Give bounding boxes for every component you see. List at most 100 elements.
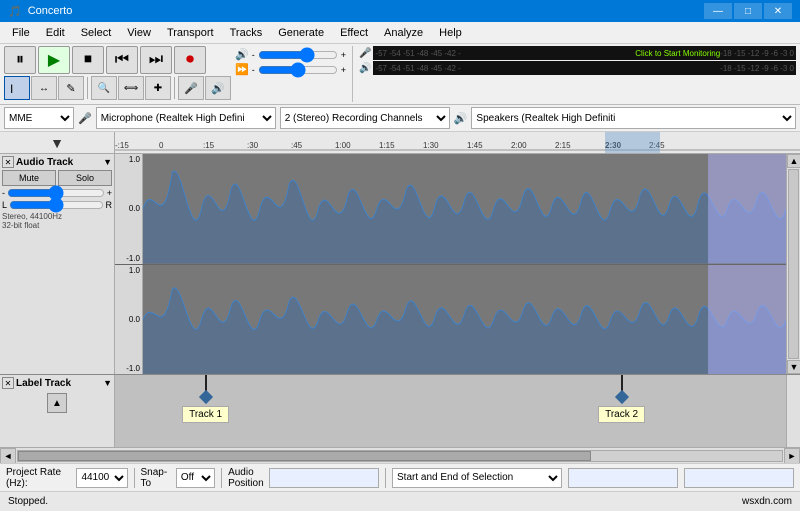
svg-text:2:00: 2:00 <box>511 141 527 150</box>
skip-forward-button[interactable]: ⏭ <box>140 46 172 74</box>
track2-label-marker: Track 2 <box>598 375 645 423</box>
microphone-select[interactable]: Microphone (Realtek High Defini <box>96 107 276 129</box>
scroll-right-btn[interactable]: ► <box>784 448 800 464</box>
envelope-tool-button[interactable]: ↔ <box>31 76 57 100</box>
audio-position-input[interactable]: 00 h 02 m 23,653 s <box>269 468 379 488</box>
audio-track-header: ✕ Audio Track ▼ Mute Solo - + L R <box>0 154 115 374</box>
pan-right-label: R <box>106 200 113 210</box>
selection-start-input[interactable]: 00 h 02 m 23,653 s <box>568 468 678 488</box>
close-button[interactable]: ✕ <box>764 3 792 19</box>
menu-edit[interactable]: Edit <box>38 25 73 41</box>
time-ruler: -:15 0 :15 :30 :45 1:00 1:15 1:30 1:45 2… <box>115 132 800 153</box>
snap-to-select[interactable]: Off <box>176 468 215 488</box>
vu-scale-left: -57 -54 -51 -48 -45 -42 - <box>375 49 635 58</box>
label-track-name: Label Track <box>16 378 101 389</box>
solo-button[interactable]: Solo <box>58 170 112 186</box>
svg-text:-:15: -:15 <box>115 141 129 150</box>
record-button[interactable]: ⏺ <box>174 46 206 74</box>
vu-output-scale-right: -18 -15 -12 -9 -6 -3 0 <box>720 64 794 73</box>
svg-text::30: :30 <box>247 141 259 150</box>
audio-position-label: Audio Position <box>228 467 266 489</box>
channels-select[interactable]: 2 (Stereo) Recording Channels <box>280 107 450 129</box>
title-bar: 🎵 Concerto — □ ✕ <box>0 0 800 22</box>
menu-transport[interactable]: Transport <box>159 25 222 41</box>
multitool-button[interactable]: ✚ <box>145 76 171 100</box>
gain-min-label: - <box>2 188 5 198</box>
menu-analyze[interactable]: Analyze <box>376 25 431 41</box>
transport-controls: ⏸ ▶ ⏹ ⏮ ⏭ ⏺ <box>4 46 231 74</box>
track1-label-marker: Track 1 <box>182 375 229 423</box>
vu-scale-right: -18 -15 -12 -9 -6 -3 0 <box>720 49 794 58</box>
menu-generate[interactable]: Generate <box>270 25 332 41</box>
menu-view[interactable]: View <box>119 25 159 41</box>
snap-to-label: Snap-To <box>141 467 173 489</box>
audio-track-close-btn[interactable]: ✕ <box>2 156 14 168</box>
label-track-header: ✕ Label Track ▼ ▲ <box>0 375 115 447</box>
h-scrollbar-thumb[interactable] <box>18 451 591 461</box>
v-scrollbar[interactable]: ▲ ▼ <box>786 154 800 374</box>
speaker-select[interactable]: Speakers (Realtek High Definiti <box>471 107 796 129</box>
menu-help[interactable]: Help <box>431 25 470 41</box>
scroll-left-btn[interactable]: ◄ <box>0 448 16 464</box>
selection-tool-button[interactable]: I <box>4 76 30 100</box>
label-track-close-btn[interactable]: ✕ <box>2 377 14 389</box>
playhead-triangle: ▼ <box>50 135 64 151</box>
menu-tracks[interactable]: Tracks <box>222 25 271 41</box>
speaker-device-icon: 🔊 <box>454 112 468 125</box>
selection-end-input[interactable]: 00 h 02 m 36,776 s <box>684 468 794 488</box>
project-rate-select[interactable]: 44100 <box>76 468 127 488</box>
vu-click-to-monitor[interactable]: Click to Start Monitoring <box>635 49 720 58</box>
menu-effect[interactable]: Effect <box>332 25 376 41</box>
h-scrollbar[interactable]: ◄ ► <box>0 447 800 463</box>
pause-button[interactable]: ⏸ <box>4 46 36 74</box>
attribution: wsxdn.com <box>742 496 792 507</box>
menu-file[interactable]: File <box>4 25 38 41</box>
track1-label: Track 1 <box>182 406 229 423</box>
y-axis-bottom: 1.0 0.0 -1.0 <box>115 265 143 375</box>
audio-track-name: Audio Track <box>16 157 101 168</box>
svg-text::15: :15 <box>203 141 215 150</box>
label-track-row: ✕ Label Track ▼ ▲ Track 1 <box>0 375 800 447</box>
project-rate-label: Project Rate (Hz): <box>6 467 73 489</box>
status-row: Project Rate (Hz): 44100 Snap-To Off Aud… <box>0 463 800 491</box>
output-meter-icon: 🔊 <box>359 63 371 74</box>
pan-slider[interactable] <box>9 200 103 210</box>
selection-mode-select[interactable]: Start and End of Selection <box>392 468 562 488</box>
menu-bar: File Edit Select View Transport Tracks G… <box>0 22 800 44</box>
svg-text:1:15: 1:15 <box>379 141 395 150</box>
volume-slider[interactable] <box>258 49 338 61</box>
svg-text:1:00: 1:00 <box>335 141 351 150</box>
minimize-button[interactable]: — <box>704 3 732 19</box>
speed-icon: ⏩ <box>235 63 249 76</box>
audio-track-dropdown[interactable]: ▼ <box>103 157 112 167</box>
skip-back-button[interactable]: ⏮ <box>106 46 138 74</box>
svg-text::45: :45 <box>291 141 303 150</box>
svg-text:I: I <box>10 82 13 95</box>
zoom-tool-button[interactable]: 🔍 <box>91 76 117 100</box>
speed-slider[interactable] <box>258 64 338 76</box>
track-format-info: Stereo, 44100Hz 32-bit float <box>2 212 112 230</box>
timeshift-tool-button[interactable]: ⟺ <box>118 76 144 100</box>
gain-max-label: + <box>107 188 112 198</box>
speaker-icon-button[interactable]: 🔊 <box>205 76 231 100</box>
device-row: MME 🎤 Microphone (Realtek High Defini 2 … <box>0 105 800 132</box>
mute-button[interactable]: Mute <box>2 170 56 186</box>
input-meter-icon: 🎤 <box>359 48 371 59</box>
svg-text:0: 0 <box>159 141 164 150</box>
maximize-button[interactable]: □ <box>734 3 762 19</box>
mic-icon-button[interactable]: 🎤 <box>178 76 204 100</box>
menu-select[interactable]: Select <box>73 25 120 41</box>
label-collapse-btn[interactable]: ▲ <box>47 393 67 413</box>
svg-text:2:15: 2:15 <box>555 141 571 150</box>
label-track-dropdown[interactable]: ▼ <box>103 378 112 388</box>
stop-button[interactable]: ⏹ <box>72 46 104 74</box>
play-button[interactable]: ▶ <box>38 46 70 74</box>
svg-text:1:45: 1:45 <box>467 141 483 150</box>
mic-device-icon: 🎤 <box>78 112 92 125</box>
label-track-content: Track 1 Track 2 <box>115 375 786 447</box>
app-title: Concerto <box>28 5 73 17</box>
pencil-tool-button[interactable]: ✎ <box>58 76 84 100</box>
h-scrollbar-track[interactable] <box>17 450 783 462</box>
svg-text:1:30: 1:30 <box>423 141 439 150</box>
audio-interface-select[interactable]: MME <box>4 107 74 129</box>
